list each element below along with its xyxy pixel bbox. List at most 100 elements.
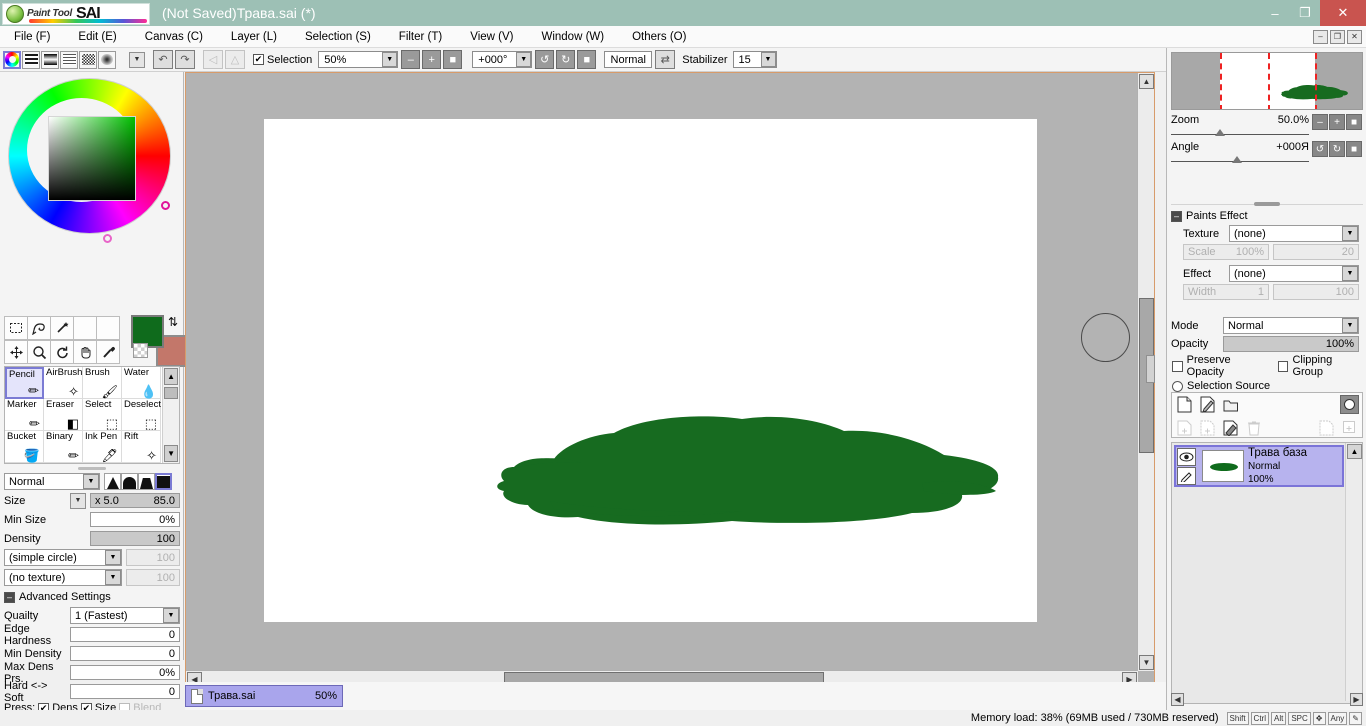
chevron-down-icon[interactable]: ▼ [382,52,398,67]
panel-dropdown-button[interactable]: ▼ [129,51,145,68]
texture-combo[interactable]: (none) ▼ [1229,225,1359,242]
canvas-paper[interactable] [264,119,1037,622]
rect-select-icon[interactable] [4,316,28,340]
brush-blend-mode-combo[interactable]: Normal ▼ [4,473,100,490]
menu-canvas[interactable]: Canvas (C) [131,26,217,48]
max-dens-prs-field[interactable]: 0% [70,665,180,680]
canvas-area[interactable]: ▲ ▼ ◀ ▶ [185,72,1155,688]
chevron-down-icon[interactable]: ▼ [105,550,121,565]
brush-tool-airbrush[interactable]: AirBrush ✧ [44,367,83,399]
brush-scroll-down-button[interactable]: ▼ [164,445,178,462]
canvas-scroll-up-button[interactable]: ▲ [1139,74,1154,89]
paints-effect-header[interactable]: – Paints Effect [1167,208,1366,224]
brush-tool-deselect[interactable]: Deselect ⬚ [122,399,161,431]
angle-slider-knob[interactable] [1232,156,1242,163]
nav-rotate-cw-button[interactable]: ↻ [1329,141,1345,157]
flip-horizontal-button[interactable]: ◁ [203,50,223,69]
edge-shape-trapezoid-button[interactable] [138,473,155,490]
transfer-down-icon[interactable] [1317,418,1336,437]
nav-zoom-out-button[interactable]: – [1312,114,1328,130]
layer-list-scroll-up-button[interactable]: ▲ [1347,444,1362,459]
angle-slider-group[interactable]: Angle +000Я [1171,141,1309,163]
density-field[interactable]: 100 [90,531,180,546]
edge-shape-square-button[interactable] [155,473,172,490]
delete-layer-icon[interactable] [1244,418,1263,437]
menu-edit[interactable]: Edit (E) [64,26,130,48]
menu-window[interactable]: Window (W) [527,26,618,48]
menu-view[interactable]: View (V) [456,26,527,48]
chevron-down-icon[interactable]: ▼ [1342,266,1358,281]
lasso-select-icon[interactable] [27,316,51,340]
layer-list-item[interactable]: Трава база Normal 100% [1174,445,1344,487]
swap-colors-icon[interactable]: ⇅ [168,315,178,329]
edge-hardness-field[interactable]: 0 [70,627,180,642]
brush-tool-water[interactable]: Water 💧 [122,367,161,399]
zoom-slider-group[interactable]: Zoom 50.0% [1171,114,1309,136]
min-size-field[interactable]: 0% [90,512,180,527]
clipping-group-checkbox[interactable] [1277,360,1289,372]
right-panel-bottom-scrollbar[interactable]: ◀ ▶ [1171,692,1363,706]
brush-tool-binary[interactable]: Binary ✏ [44,431,83,463]
advanced-settings-header[interactable]: – Advanced Settings [0,588,184,606]
angle-combo[interactable]: +000° ▼ [472,51,533,68]
size-field[interactable]: x 5.0 85.0 [90,493,180,508]
layer-list-scrollbar[interactable]: ▲ [1345,443,1362,701]
quality-combo[interactable]: 1 (Fastest) ▼ [70,607,180,624]
chevron-down-icon[interactable]: ▼ [83,474,99,489]
selection-checkbox[interactable]: ✔ [253,54,264,65]
chevron-down-icon[interactable]: ▼ [1342,226,1358,241]
brush-scroll-up-button[interactable]: ▲ [164,368,178,385]
canvas-scroll-grip[interactable] [1146,355,1155,383]
brush-tool-rift[interactable]: Rift ✧ [122,431,161,463]
layer-edit-icon[interactable] [1177,466,1196,485]
new-linework-layer-icon[interactable] [1198,395,1217,414]
effect-combo[interactable]: (none) ▼ [1229,265,1359,282]
rp-scroll-left-button[interactable]: ◀ [1171,692,1184,706]
brush-shape-amount-field[interactable]: 100 [126,549,180,566]
brush-palette-scrollbar[interactable]: ▲ ▼ [162,367,179,463]
collapse-icon[interactable]: – [1171,210,1182,222]
canvas-scroll-down-button[interactable]: ▼ [1139,655,1154,670]
layer-list[interactable]: Трава база Normal 100% ▲ [1171,442,1363,704]
flip-view-button[interactable]: ⇄ [655,50,676,69]
color-wheel-mode-button[interactable] [3,50,21,69]
chevron-down-icon[interactable]: ▼ [516,52,532,67]
brush-scroll-thumb[interactable] [164,387,178,399]
canvas-vertical-scrollbar[interactable]: ▲ ▼ [1137,73,1155,671]
menu-layer[interactable]: Layer (L) [217,26,291,48]
rp-scroll-right-button[interactable]: ▶ [1350,692,1363,706]
minimize-button[interactable]: – [1260,0,1290,26]
mixer-mode-button[interactable] [98,50,116,69]
rotate-reset-button[interactable]: ■ [577,50,597,69]
empty-tool-slot-1[interactable] [73,316,97,340]
color-wheel-panel[interactable] [0,72,184,243]
hand-icon[interactable] [73,340,97,364]
doc-minimize-button[interactable]: – [1313,29,1328,44]
saturation-value-square[interactable] [48,116,136,201]
navigator-preview[interactable] [1171,52,1363,110]
brush-tool-marker[interactable]: Marker ✏ [5,399,44,431]
flip-vertical-button[interactable]: △ [225,50,245,69]
doc-close-button[interactable]: ✕ [1347,29,1362,44]
new-folder-icon[interactable] [1221,395,1240,414]
right-panel-splitter[interactable] [1171,200,1363,208]
zoom-combo[interactable]: 50% ▼ [318,51,399,68]
edge-shape-triangle-button[interactable] [104,473,121,490]
angle-slider-track[interactable] [1171,156,1309,163]
menu-file[interactable]: File (F) [0,26,64,48]
eyedropper-icon[interactable] [96,340,120,364]
rgb-bars-mode-button[interactable] [22,50,40,69]
layer-visibility-icon[interactable] [1177,447,1196,466]
sv-cursor-icon[interactable] [103,234,112,243]
left-panel-splitter[interactable] [4,466,180,471]
brush-texture-combo[interactable]: (no texture) ▼ [4,569,122,586]
zoom-out-button[interactable]: – [401,50,421,69]
brush-tool-brush[interactable]: Brush 🖌 [83,367,122,399]
min-density-field[interactable]: 0 [70,646,180,661]
brush-tool-bucket[interactable]: Bucket 🪣 [5,431,44,463]
clear-layer-icon[interactable] [1221,418,1240,437]
nav-zoom-reset-button[interactable]: ■ [1346,114,1362,130]
edge-shape-bell-button[interactable] [121,473,138,490]
collapse-icon[interactable]: – [4,591,15,603]
zoom-slider-track[interactable] [1171,129,1309,136]
